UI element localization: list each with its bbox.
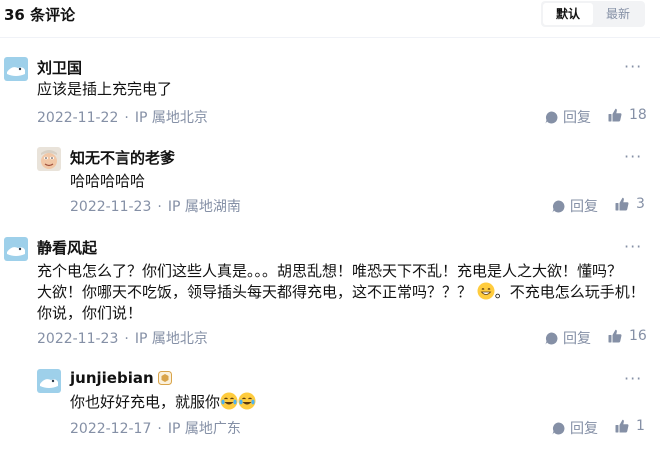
avatar[interactable] xyxy=(4,237,28,261)
avatar[interactable] xyxy=(37,147,61,171)
comment-date: 2022-12-17 xyxy=(70,421,152,437)
creator-badge-icon xyxy=(157,371,172,385)
avatar[interactable] xyxy=(37,369,61,393)
more-dots-icon[interactable]: ··· xyxy=(624,369,642,388)
comment-text-line: 大欲！你哪天不吃饭，领导插头每天都得充电，这不正常吗？？？ 。不充电怎么玩手机！ xyxy=(37,282,657,303)
more-dots-icon[interactable]: ··· xyxy=(624,147,642,166)
comment-item: 刘卫国 ··· 应该是插上充完电了 2022-11-22 · IP 属地北京 回复 … xyxy=(4,57,654,127)
like-count: 3 xyxy=(636,196,645,212)
thumbs-up-icon xyxy=(608,329,622,343)
reply-label: 回复 xyxy=(570,199,598,215)
speech-bubble-icon xyxy=(552,422,565,434)
speech-bubble-icon xyxy=(552,200,565,212)
tears-of-joy-icon xyxy=(238,392,256,410)
meta-separator: · xyxy=(124,110,129,126)
like-button[interactable]: 16 xyxy=(608,328,647,344)
grinning-face-icon xyxy=(477,282,495,300)
comments-header: 36 条评论 默认 最新 xyxy=(0,0,660,30)
comment-date: 2022-11-23 xyxy=(70,199,152,215)
speech-bubble-icon xyxy=(545,332,558,344)
comment-text-line: 充个电怎么了？你们这些人真是。。。胡思乱想！唯恐天下不乱！充电是人之大欲！懂吗？ xyxy=(37,262,623,280)
comment-meta: 2022-11-22 · IP 属地北京 xyxy=(37,107,208,127)
thumbs-up-icon xyxy=(615,197,629,211)
reply-label: 回复 xyxy=(563,110,591,126)
thumbs-up-icon xyxy=(615,419,629,433)
tears-of-joy-icon xyxy=(220,392,238,410)
avatar[interactable] xyxy=(4,57,28,81)
comment-author[interactable]: 静看风起 xyxy=(37,237,97,258)
comment-meta: 2022-11-23 · IP 属地湖南 xyxy=(70,196,241,216)
header-divider xyxy=(0,37,660,38)
reply-item: junjiebian ··· 你也好好充电，就服你 2022-12-17 · IP … xyxy=(37,369,654,439)
like-button[interactable]: 3 xyxy=(615,196,645,212)
reply-label: 回复 xyxy=(563,331,591,347)
thumbs-up-icon xyxy=(608,108,622,122)
like-button[interactable]: 18 xyxy=(608,107,647,123)
comment-location: IP 属地湖南 xyxy=(167,199,241,215)
comment-text: 应该是插上充完电了 xyxy=(37,80,173,98)
comment-date: 2022-11-22 xyxy=(37,110,119,126)
reply-button[interactable]: 回复 xyxy=(545,107,591,127)
comment-text-line: 你说，你们说！ xyxy=(37,304,143,322)
sort-default-tab[interactable]: 默认 xyxy=(543,3,593,25)
comment-text: 你也好好充电，就服你 xyxy=(70,392,256,413)
comment-count-title: 36 条评论 xyxy=(4,6,76,24)
speech-bubble-icon xyxy=(545,111,558,123)
comment-location: IP 属地北京 xyxy=(134,110,208,126)
meta-separator: · xyxy=(157,421,162,437)
reply-item: 知无不言的老爹 ··· 哈哈哈哈哈 2022-11-23 · IP 属地湖南 回复 … xyxy=(37,147,654,217)
comment-text: 充个电怎么了？你们这些人真是。。。胡思乱想！唯恐天下不乱！充电是人之大欲！懂吗？… xyxy=(37,261,657,324)
more-dots-icon[interactable]: ··· xyxy=(624,57,642,76)
comment-meta: 2022-11-23 · IP 属地北京 xyxy=(37,328,208,348)
comment-text-segment: 。不充电怎么玩手机！ xyxy=(494,283,645,301)
reply-label: 回复 xyxy=(570,421,598,437)
comment-text-segment: 大欲！你哪天不吃饭，领导插头每天都得充电，这不正常吗？？？ xyxy=(37,283,473,301)
comment-author[interactable]: junjiebian xyxy=(70,369,172,387)
comment-location: IP 属地广东 xyxy=(167,421,241,437)
comment-meta: 2022-12-17 · IP 属地广东 xyxy=(70,418,241,438)
like-button[interactable]: 1 xyxy=(615,418,645,434)
sort-latest-tab[interactable]: 最新 xyxy=(593,3,643,25)
meta-separator: · xyxy=(157,199,162,215)
comment-text-segment: 你也好好充电，就服你 xyxy=(70,393,221,411)
comment-item: 静看风起 ··· 充个电怎么了？你们这些人真是。。。胡思乱想！唯恐天下不乱！充电… xyxy=(4,237,654,347)
reply-button[interactable]: 回复 xyxy=(552,196,598,216)
sort-toggle: 默认 最新 xyxy=(541,1,645,27)
like-count: 18 xyxy=(629,107,647,123)
comment-location: IP 属地北京 xyxy=(134,331,208,347)
like-count: 16 xyxy=(629,328,647,344)
more-dots-icon[interactable]: ··· xyxy=(624,237,642,256)
comment-text: 哈哈哈哈哈 xyxy=(70,172,146,190)
author-name: junjiebian xyxy=(70,369,154,387)
comment-author[interactable]: 知无不言的老爹 xyxy=(70,147,175,168)
comment-author[interactable]: 刘卫国 xyxy=(37,57,82,78)
reply-button[interactable]: 回复 xyxy=(545,328,591,348)
like-count: 1 xyxy=(636,418,645,434)
reply-button[interactable]: 回复 xyxy=(552,418,598,438)
comment-date: 2022-11-23 xyxy=(37,331,119,347)
meta-separator: · xyxy=(124,331,129,347)
